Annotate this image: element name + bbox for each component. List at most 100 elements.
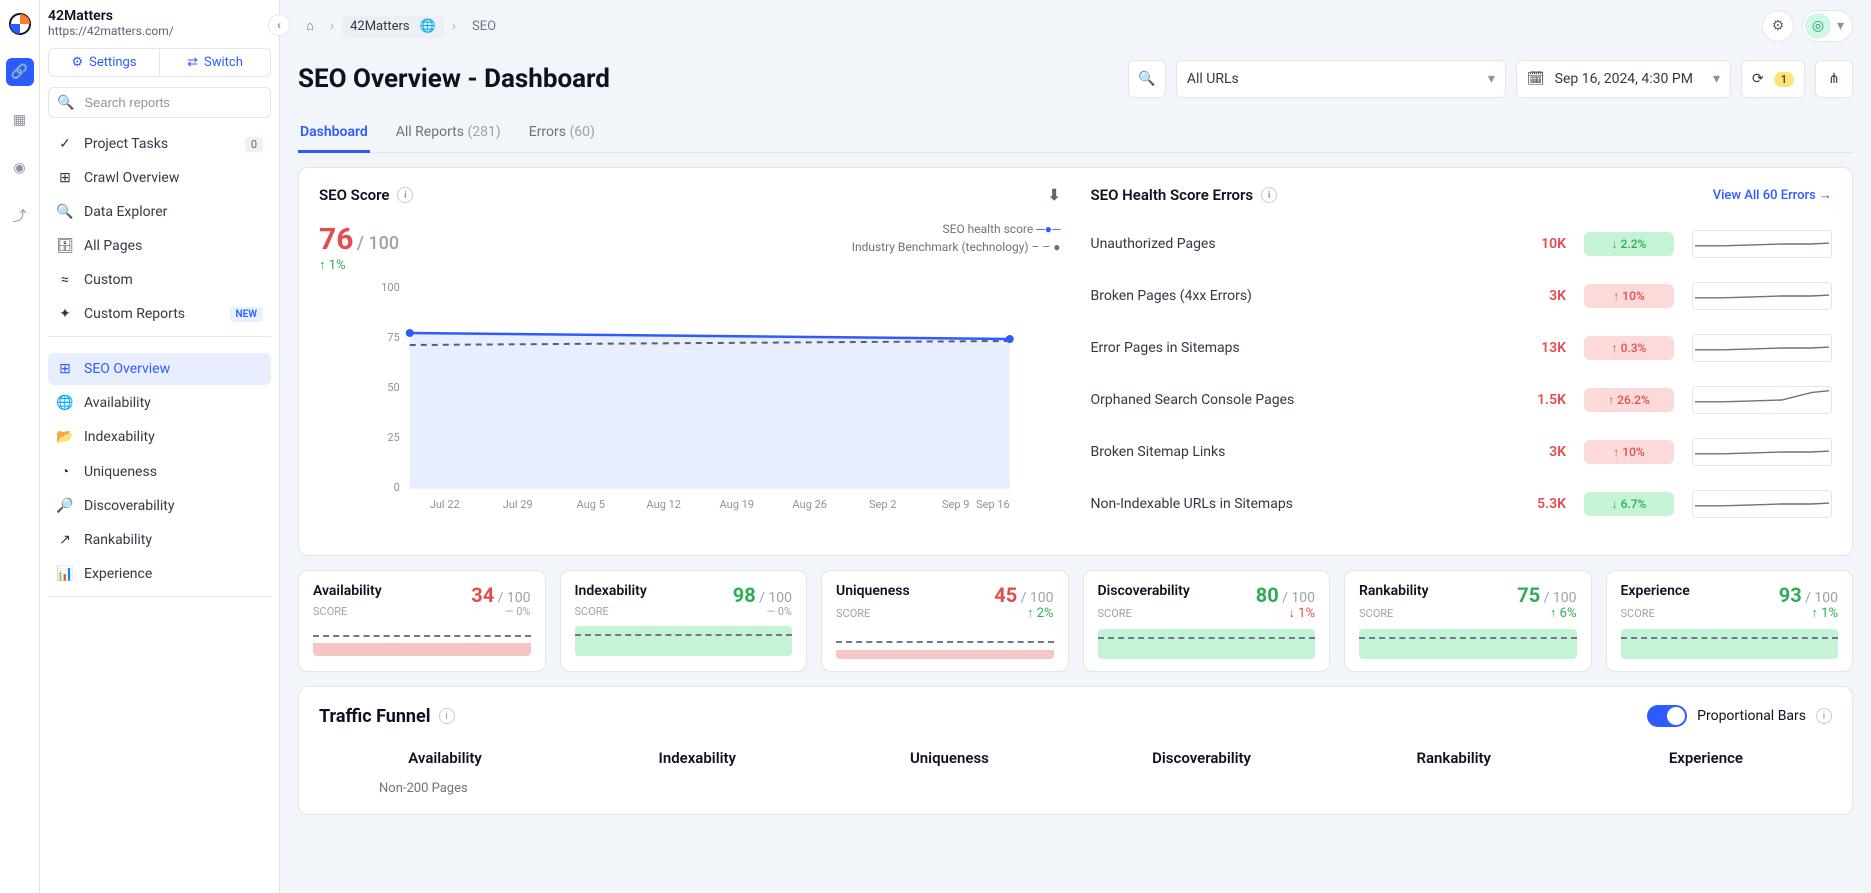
tab-dashboard[interactable]: Dashboard [298, 114, 370, 153]
icon-rail: 🔗 ▦ ◉ ⤴ [0, 0, 40, 893]
info-icon[interactable]: i [397, 187, 413, 203]
mini-delta: ↑ 2% [1027, 605, 1054, 621]
page-title: SEO Overview - Dashboard [298, 64, 610, 94]
nav-project-tasks[interactable]: ✓ Project Tasks0 [48, 128, 271, 160]
account-menu[interactable]: ◎ ▾ [1802, 10, 1853, 42]
nav-label: Project Tasks [84, 136, 168, 152]
nav-label: Indexability [84, 429, 155, 445]
chevron-down-icon: ▾ [1837, 18, 1844, 34]
sparkline [1692, 386, 1832, 414]
sparkline [1692, 490, 1832, 518]
search-icon: 🔍 [1138, 71, 1155, 87]
rail-nav-link-icon[interactable]: 🔗 [6, 58, 34, 86]
score-card-uniqueness[interactable]: Uniqueness 45 / 100 SCORE ↑ 2% [821, 570, 1069, 672]
nav-rankability[interactable]: ↗ Rankability [48, 524, 271, 556]
score-card-availability[interactable]: Availability 34 / 100 SCORE — 0% [298, 570, 546, 672]
nav-icon: ◔ [56, 463, 74, 480]
search-input-wrapper[interactable]: 🔍 [48, 87, 271, 118]
error-row[interactable]: Orphaned Search Console Pages 1.5K ↑ 26.… [1091, 374, 1833, 426]
nav-experience[interactable]: 📊 Experience [48, 558, 271, 590]
info-icon[interactable]: i [1816, 708, 1832, 724]
svg-text:Sep 16: Sep 16 [976, 498, 1010, 511]
sparkline [1692, 230, 1832, 258]
nav-custom[interactable]: ≈ Custom [48, 264, 271, 296]
error-row[interactable]: Broken Sitemap Links 3K ↑ 10% [1091, 426, 1833, 478]
score-label: SCORE [313, 605, 347, 618]
score-card-experience[interactable]: Experience 93 / 100 SCORE ↑ 1% [1606, 570, 1854, 672]
nav-icon: ⊞ [56, 361, 74, 377]
svg-text:Aug 12: Aug 12 [647, 498, 681, 511]
mini-score: 34 / 100 [471, 583, 530, 607]
nav-icon: 📂 [56, 429, 74, 445]
proportional-toggle[interactable] [1647, 705, 1687, 727]
svg-text:0: 0 [394, 481, 400, 494]
nav-icon: 📊 [56, 566, 74, 582]
error-row[interactable]: Error Pages in Sitemaps 13K ↑ 0.3% [1091, 322, 1833, 374]
rail-nav-globe-icon[interactable]: ◉ [6, 154, 34, 182]
refresh-notif-button[interactable]: ⟳ 1 [1741, 60, 1805, 98]
mini-name: Availability [313, 583, 382, 599]
score-card-rankability[interactable]: Rankability 75 / 100 SCORE ↑ 6% [1344, 570, 1592, 672]
mini-chart [313, 626, 531, 656]
svg-text:Jul 22: Jul 22 [430, 498, 460, 511]
svg-text:Jul 29: Jul 29 [503, 498, 533, 511]
nav-crawl-overview[interactable]: ⊞ Crawl Overview [48, 162, 271, 194]
download-icon[interactable]: ⬇ [1048, 186, 1061, 204]
funnel-col-discoverability: Discoverability [1076, 741, 1328, 775]
nav-icon: 🌐 [56, 395, 74, 411]
rail-logo[interactable] [6, 10, 34, 38]
settings-icon-button[interactable]: ⚙ [1762, 10, 1794, 42]
breadcrumb-home[interactable]: ⌂ [298, 14, 322, 38]
left-panel: ‹ 42Matters https://42matters.com/ ⚙Sett… [40, 0, 280, 893]
view-all-errors-link[interactable]: View All 60 Errors → [1713, 187, 1832, 203]
info-icon[interactable]: i [1261, 187, 1277, 203]
home-icon: ⌂ [306, 18, 314, 34]
nav-availability[interactable]: 🌐 Availability [48, 387, 271, 419]
nav-discoverability[interactable]: 🔎 Discoverability [48, 490, 271, 522]
share-button[interactable]: ⋔ [1815, 60, 1853, 98]
nav-uniqueness[interactable]: ◔ Uniqueness [48, 455, 271, 488]
search-button[interactable]: 🔍 [1128, 60, 1166, 98]
score-card-indexability[interactable]: Indexability 98 / 100 SCORE — 0% [560, 570, 808, 672]
mini-chart [575, 626, 793, 656]
rail-nav-grid-icon[interactable]: ▦ [6, 106, 34, 134]
nav-seo-overview[interactable]: ⊞ SEO Overview [48, 353, 271, 385]
error-row[interactable]: Broken Pages (4xx Errors) 3K ↑ 10% [1091, 270, 1833, 322]
tab-all-reports[interactable]: All Reports (281) [394, 114, 503, 152]
error-name: Broken Pages (4xx Errors) [1091, 288, 1479, 304]
rail-nav-chart-icon[interactable]: ⤴ [6, 202, 34, 230]
date-select[interactable]: 🗓 Sep 16, 2024, 4:30 PM ▾ [1516, 60, 1731, 98]
error-row[interactable]: Unauthorized Pages 10K ↓ 2.2% [1091, 218, 1833, 270]
error-value: 10K [1496, 236, 1566, 252]
nav-label: Discoverability [84, 498, 175, 514]
mini-score: 98 / 100 [733, 583, 792, 607]
nav-data-explorer[interactable]: 🔍 Data Explorer [48, 196, 271, 228]
mini-delta: — 0% [505, 605, 531, 618]
mini-score: 45 / 100 [994, 583, 1053, 607]
error-row[interactable]: Non-Indexable URLs in Sitemaps 5.3K ↓ 6.… [1091, 478, 1833, 530]
nav-all-pages[interactable]: 🗄 All Pages [48, 230, 271, 262]
score-card-discoverability[interactable]: Discoverability 80 / 100 SCORE ↓ 1% [1083, 570, 1331, 672]
share-icon: ⋔ [1828, 71, 1840, 87]
breadcrumb-site[interactable]: 42Matters 🌐 [342, 15, 444, 38]
mini-delta: ↑ 1% [1811, 605, 1838, 621]
scope-select[interactable]: All URLs ▾ [1176, 60, 1506, 98]
tab-errors[interactable]: Errors (60) [527, 114, 597, 152]
nav-indexability[interactable]: 📂 Indexability [48, 421, 271, 453]
nav-icon: ⊞ [56, 170, 74, 186]
nav-custom-reports[interactable]: ✦ Custom ReportsNEW [48, 298, 271, 330]
funnel-columns: AvailabilityIndexabilityUniquenessDiscov… [319, 741, 1832, 775]
error-value: 13K [1496, 340, 1566, 356]
nav-icon: 🗄 [56, 238, 74, 254]
mini-name: Uniqueness [836, 583, 910, 599]
info-icon[interactable]: i [439, 708, 455, 724]
settings-button[interactable]: ⚙Settings [49, 49, 159, 76]
collapse-sidebar-button[interactable]: ‹ [268, 14, 290, 36]
nav-icon: 🔍 [56, 204, 74, 220]
nav-secondary: ⊞ SEO Overview🌐 Availability📂 Indexabili… [48, 353, 271, 590]
switch-button[interactable]: ⇄Switch [159, 49, 270, 76]
nav-icon: ≈ [56, 272, 74, 288]
error-value: 1.5K [1496, 392, 1566, 408]
search-input[interactable] [82, 94, 262, 111]
nav-primary: ✓ Project Tasks0⊞ Crawl Overview🔍 Data E… [48, 128, 271, 330]
